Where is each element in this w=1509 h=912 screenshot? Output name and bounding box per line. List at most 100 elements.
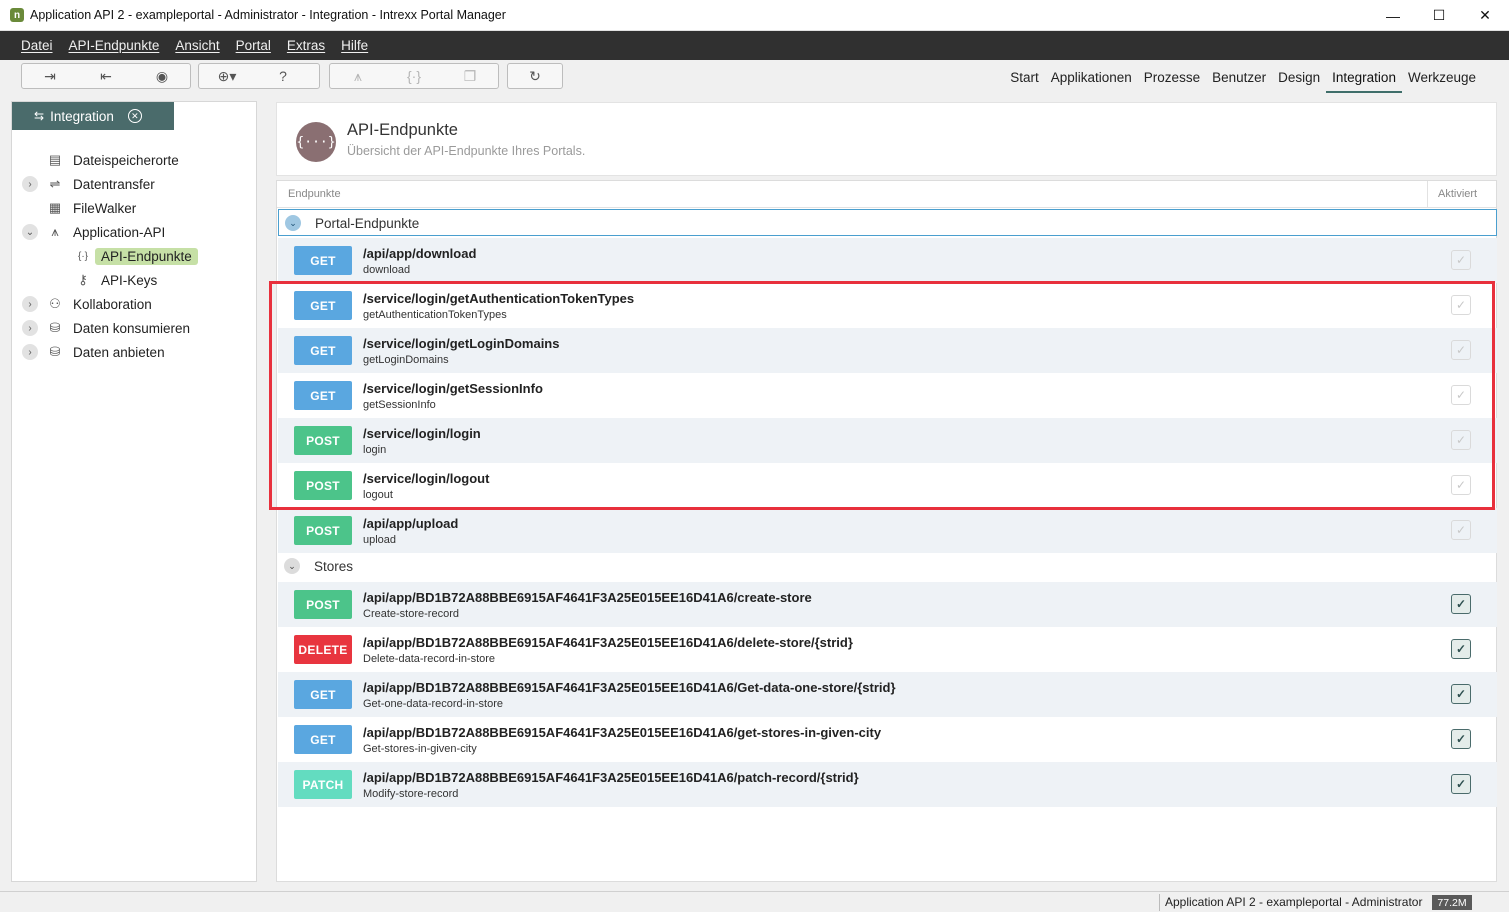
globe-icon[interactable]: ◉ — [134, 64, 190, 88]
method-badge: DELETE — [294, 635, 352, 664]
column-endpunkte[interactable]: Endpunkte — [288, 188, 341, 200]
collapse-icon[interactable]: ⌄ — [284, 558, 300, 574]
endpoint-path: /api/app/upload — [363, 516, 459, 531]
export-icon[interactable]: ⇤ — [78, 64, 134, 88]
method-badge: GET — [294, 381, 352, 410]
close-button[interactable]: ✕ — [1462, 0, 1508, 31]
activated-checkbox[interactable]: ✓ — [1451, 430, 1471, 450]
close-tab-icon[interactable]: ✕ — [127, 109, 142, 123]
tab-applikationen[interactable]: Applikationen — [1045, 64, 1138, 93]
endpoint-path: /service/login/login — [363, 426, 481, 441]
method-badge: GET — [294, 291, 352, 320]
endpoint-row[interactable]: DELETE/api/app/BD1B72A88BBE6915AF4641F3A… — [278, 627, 1497, 672]
method-badge: GET — [294, 246, 352, 275]
endpoint-path: /service/login/getLoginDomains — [363, 336, 560, 351]
window-edge — [1501, 96, 1509, 886]
activated-checkbox[interactable]: ✓ — [1451, 385, 1471, 405]
menu-datei[interactable]: Datei — [13, 38, 61, 53]
endpoint-row[interactable]: PATCH/api/app/BD1B72A88BBE6915AF4641F3A2… — [278, 762, 1497, 807]
tab-prozesse[interactable]: Prozesse — [1138, 64, 1206, 93]
activated-checkbox[interactable]: ✓ — [1451, 594, 1471, 614]
navigation-panel: ⇆ Integration ✕ ▤ Dateispeicherorte › ⇌ Date… — [11, 101, 257, 882]
api-icon[interactable]: ⩚ — [330, 64, 386, 88]
endpoint-row[interactable]: GET/service/login/getAuthenticationToken… — [278, 283, 1497, 328]
main-panel: {···} API-Endpunkte Übersicht der API-En… — [265, 101, 1509, 882]
activated-checkbox[interactable]: ✓ — [1451, 520, 1471, 540]
column-aktiviert[interactable]: Aktiviert — [1438, 188, 1477, 200]
tree-item-kollaboration[interactable]: › ⚇ Kollaboration — [22, 293, 152, 315]
expand-icon[interactable]: › — [22, 320, 38, 336]
minimize-button[interactable]: — — [1370, 0, 1416, 31]
copy-icon[interactable]: ❐ — [442, 64, 498, 88]
expand-icon[interactable]: › — [22, 176, 38, 192]
endpoint-row[interactable]: POST/api/app/BD1B72A88BBE6915AF4641F3A25… — [278, 582, 1497, 627]
method-badge: POST — [294, 426, 352, 455]
collapse-icon[interactable]: ⌄ — [22, 224, 38, 240]
braces-icon: {·} — [77, 250, 88, 262]
file-storage-icon: ▤ — [48, 152, 62, 167]
tree-item-label: API-Keys — [101, 272, 158, 288]
page-subtitle: Übersicht der API-Endpunkte Ihres Portal… — [347, 144, 586, 158]
tab-integration[interactable]: Integration — [1326, 64, 1402, 93]
refresh-icon[interactable]: ↻ — [508, 64, 562, 88]
maximize-button[interactable]: ☐ — [1416, 0, 1462, 31]
expand-icon[interactable]: › — [22, 344, 38, 360]
menu-hilfe[interactable]: Hilfe — [333, 38, 376, 53]
menu-extras[interactable]: Extras — [279, 38, 333, 53]
activated-checkbox[interactable]: ✓ — [1451, 475, 1471, 495]
activated-checkbox[interactable]: ✓ — [1451, 774, 1471, 794]
tree-item-application-api[interactable]: ⌄ ⩚ Application-API — [22, 221, 165, 243]
tree-item-label: Daten konsumieren — [73, 320, 191, 336]
tab-benutzer[interactable]: Benutzer — [1206, 64, 1272, 93]
tree-item-filewalker[interactable]: ▦ FileWalker — [47, 197, 136, 219]
endpoint-list: Endpunkte Aktiviert ⌄ Portal-Endpunkte GET… — [276, 180, 1497, 882]
menu-ansicht[interactable]: Ansicht — [167, 38, 227, 53]
endpoint-row[interactable]: GET/api/app/BD1B72A88BBE6915AF4641F3A25E… — [278, 672, 1497, 717]
endpoint-row[interactable]: POST/api/app/upload upload ✓ — [278, 508, 1497, 553]
endpoint-row[interactable]: POST/service/login/logout logout ✓ — [278, 463, 1497, 508]
tree-item-daten-konsumieren[interactable]: › ⛁ Daten konsumieren — [22, 317, 191, 339]
method-badge: GET — [294, 336, 352, 365]
activated-checkbox[interactable]: ✓ — [1451, 684, 1471, 704]
help-icon[interactable]: ? — [255, 64, 311, 88]
tree-item-label: Datentransfer — [73, 176, 155, 192]
endpoint-description: getAuthenticationTokenTypes — [363, 309, 507, 321]
tab-design[interactable]: Design — [1272, 64, 1326, 93]
import-icon[interactable]: ⇥ — [22, 64, 78, 88]
endpoint-row[interactable]: GET/service/login/getSessionInfo getSessi… — [278, 373, 1497, 418]
braces-icon[interactable]: {·} — [386, 64, 442, 88]
tab-start[interactable]: Start — [1004, 64, 1045, 93]
group-header[interactable]: ⌄ Portal-Endpunkte — [278, 209, 1497, 236]
activated-checkbox[interactable]: ✓ — [1451, 729, 1471, 749]
status-text: Application API 2 - exampleportal - Admi… — [1165, 895, 1423, 909]
tree-item-dateispeicherorte[interactable]: ▤ Dateispeicherorte — [47, 149, 179, 171]
endpoint-row[interactable]: GET/api/app/BD1B72A88BBE6915AF4641F3A25E… — [278, 717, 1497, 762]
activated-checkbox[interactable]: ✓ — [1451, 250, 1471, 270]
menu-api-endpunkte[interactable]: API-Endpunkte — [61, 38, 168, 53]
endpoint-description: login — [363, 444, 387, 456]
api-endpoints-icon: {···} — [296, 122, 336, 162]
activated-checkbox[interactable]: ✓ — [1451, 340, 1471, 360]
column-divider — [1427, 181, 1428, 208]
expand-icon[interactable]: › — [22, 296, 38, 312]
activated-checkbox[interactable]: ✓ — [1451, 295, 1471, 315]
endpoint-description: download — [363, 264, 411, 276]
tree-item-api-keys[interactable]: ⚷ API-Keys — [75, 269, 157, 291]
tree-item-daten-anbieten[interactable]: › ⛁ Daten anbieten — [22, 341, 165, 363]
group-header[interactable]: ⌄ Stores — [278, 553, 1497, 580]
endpoint-row[interactable]: GET/service/login/getLoginDomains getLogi… — [278, 328, 1497, 373]
tree-item-label: Dateispeicherorte — [73, 152, 179, 168]
endpoint-description: Get-one-data-record-in-store — [363, 698, 504, 710]
endpoint-row[interactable]: POST/service/login/login login ✓ — [278, 418, 1497, 463]
toolbar-group-web: ⊕▾ ? — [198, 63, 320, 89]
endpoint-row[interactable]: GET/api/app/download download ✓ — [278, 238, 1497, 283]
tab-werkzeuge[interactable]: Werkzeuge — [1402, 64, 1482, 93]
tree-item-datentransfer[interactable]: › ⇌ Datentransfer — [22, 173, 155, 195]
collapse-icon[interactable]: ⌄ — [285, 215, 301, 231]
menu-portal[interactable]: Portal — [228, 38, 279, 53]
tree-item-api-endpunkte[interactable]: {·} API-Endpunkte — [75, 245, 198, 267]
integration-tab[interactable]: ⇆ Integration ✕ — [12, 102, 174, 130]
activated-checkbox[interactable]: ✓ — [1451, 639, 1471, 659]
memory-indicator[interactable]: 77.2M — [1432, 895, 1472, 910]
globe-dropdown-icon[interactable]: ⊕▾ — [199, 64, 255, 88]
